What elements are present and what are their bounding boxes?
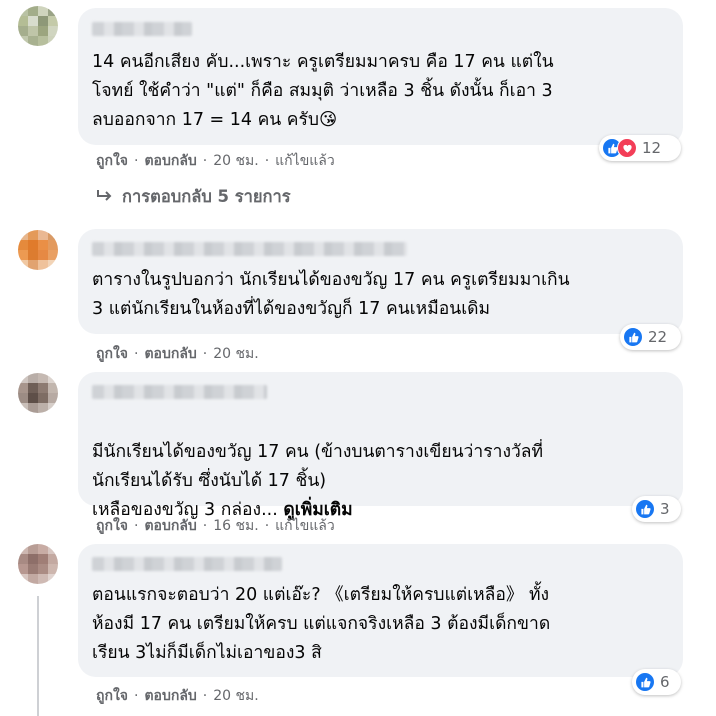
like-button[interactable]: ถูกใจ xyxy=(96,343,128,365)
reaction-summary[interactable]: 6 xyxy=(632,669,681,695)
comment-bubble: มีนักเรียนได้ของขวัญ 17 คน (ข้างบนตารางเ… xyxy=(78,372,683,520)
like-reaction-icon xyxy=(623,327,643,347)
reaction-count: 3 xyxy=(660,500,670,518)
comment-text: 14 คนอีกเสียง คับ...เพราะ ครูเตรียมมาครบ… xyxy=(92,52,554,130)
reply-button[interactable]: ตอบกลับ xyxy=(144,150,196,172)
reply-button[interactable]: ตอบกลับ xyxy=(144,515,196,537)
comment-timestamp[interactable]: 20 ชม. xyxy=(213,343,258,365)
comment-actions: ถูกใจ · ตอบกลับ · 20 ชม. xyxy=(96,343,259,365)
view-replies-link[interactable]: การตอบกลับ 5 รายการ xyxy=(96,184,291,210)
comment-bubble: 14 คนอีกเสียง คับ...เพราะ ครูเตรียมมาครบ… xyxy=(78,8,683,145)
like-reaction-icon xyxy=(635,499,655,519)
reply-button[interactable]: ตอบกลับ xyxy=(144,343,196,365)
reply-button[interactable]: ตอบกลับ xyxy=(144,685,196,707)
comment-timestamp[interactable]: 20 ชม. xyxy=(213,150,258,172)
author-name-blurred[interactable] xyxy=(92,22,192,36)
like-button[interactable]: ถูกใจ xyxy=(96,150,128,172)
like-reaction-icon xyxy=(635,672,655,692)
reaction-summary[interactable]: 12 xyxy=(599,135,681,161)
reaction-count: 12 xyxy=(642,139,662,157)
like-button[interactable]: ถูกใจ xyxy=(96,685,128,707)
author-name-blurred[interactable] xyxy=(92,385,267,399)
avatar[interactable] xyxy=(18,373,58,413)
avatar[interactable] xyxy=(18,544,58,584)
thread-line xyxy=(37,596,39,716)
comment-text: มีนักเรียนได้ของขวัญ 17 คน (ข้างบนตารางเ… xyxy=(92,409,669,525)
author-name-blurred[interactable] xyxy=(92,557,282,571)
reaction-summary[interactable]: 22 xyxy=(620,324,681,350)
edited-label: แก้ไขแล้ว xyxy=(275,153,335,169)
reply-arrow-icon xyxy=(96,188,114,207)
comment-text: ตอนแรกจะตอบว่า 20 แต่เอ๊ะ? 《เตรียมให้ครบ… xyxy=(92,585,551,663)
replies-label[interactable]: การตอบกลับ 5 รายการ xyxy=(122,184,291,210)
like-button[interactable]: ถูกใจ xyxy=(96,515,128,537)
author-name-blurred[interactable] xyxy=(92,242,407,256)
comment-timestamp[interactable]: 20 ชม. xyxy=(213,685,258,707)
comment-timestamp[interactable]: 16 ชม. xyxy=(213,515,258,537)
avatar[interactable] xyxy=(18,230,58,270)
reaction-count: 6 xyxy=(660,673,670,691)
edited-label: แก้ไขแล้ว xyxy=(275,518,335,534)
comment-text: ตารางในรูปบอกว่า นักเรียนได้ของขวัญ 17 ค… xyxy=(92,270,570,319)
comment-actions: ถูกใจ · ตอบกลับ · 20 ชม. · แก้ไขแล้ว xyxy=(96,150,335,172)
comment-actions: ถูกใจ · ตอบกลับ · 20 ชม. xyxy=(96,685,259,707)
comment-bubble: ตอนแรกจะตอบว่า 20 แต่เอ๊ะ? 《เตรียมให้ครบ… xyxy=(78,544,683,677)
love-reaction-icon xyxy=(617,138,637,158)
comment-actions: ถูกใจ · ตอบกลับ · 16 ชม. · แก้ไขแล้ว xyxy=(96,515,335,537)
comment-bubble: ตารางในรูปบอกว่า นักเรียนได้ของขวัญ 17 ค… xyxy=(78,229,683,334)
avatar[interactable] xyxy=(18,6,58,46)
reaction-count: 22 xyxy=(648,328,668,346)
reaction-summary[interactable]: 3 xyxy=(632,496,681,522)
